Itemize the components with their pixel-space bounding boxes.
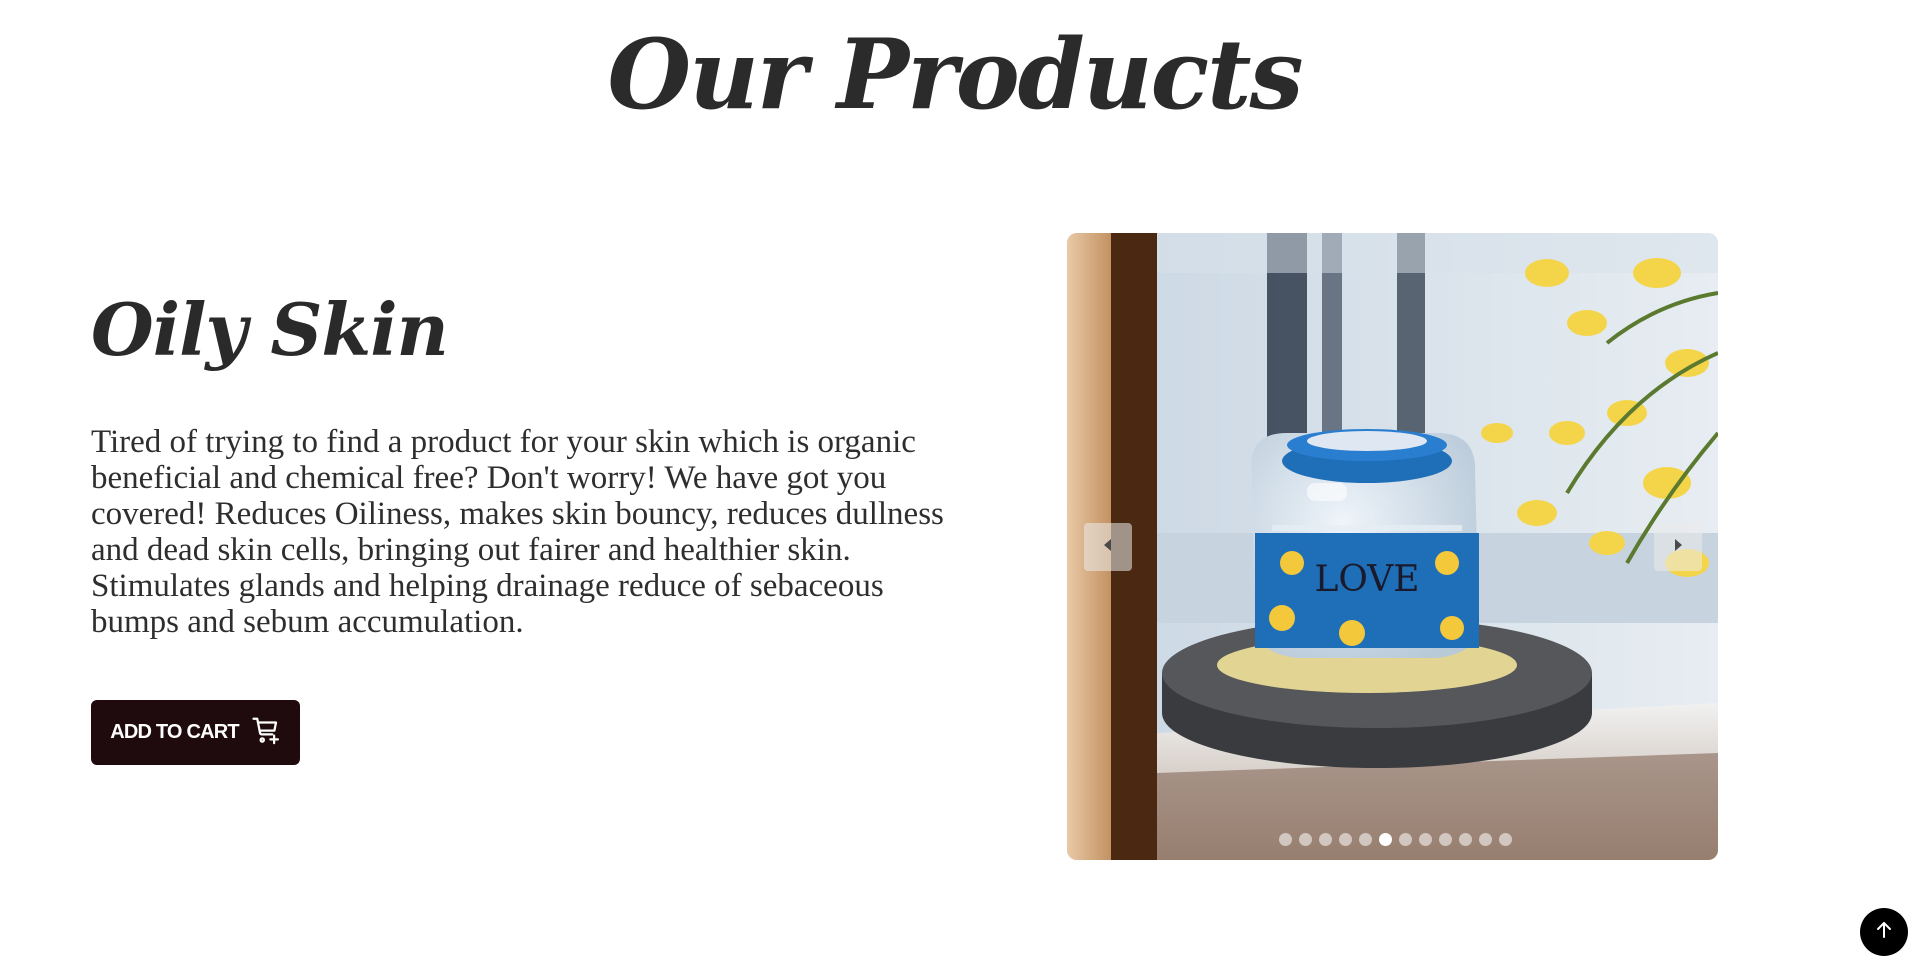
product-name: Oily Skin bbox=[91, 287, 449, 372]
jar-label: LOVE bbox=[1314, 559, 1419, 600]
add-to-cart-button[interactable]: ADD TO CART bbox=[91, 700, 300, 765]
carousel-dot[interactable] bbox=[1318, 832, 1332, 846]
caret-left-icon bbox=[1101, 538, 1115, 557]
arrow-up-icon bbox=[1874, 920, 1894, 945]
carousel-dot[interactable] bbox=[1278, 832, 1292, 846]
carousel-dot[interactable] bbox=[1438, 832, 1452, 846]
add-to-cart-label: ADD TO CART bbox=[110, 721, 239, 743]
carousel-prev-button[interactable] bbox=[1084, 523, 1132, 571]
carousel-indicators bbox=[1275, 831, 1515, 847]
carousel-dot[interactable] bbox=[1338, 832, 1352, 846]
carousel-dot[interactable] bbox=[1378, 832, 1392, 846]
carousel-dot[interactable] bbox=[1478, 832, 1492, 846]
carousel-dot[interactable] bbox=[1498, 832, 1512, 846]
carousel-dot[interactable] bbox=[1358, 832, 1372, 846]
carousel-dot[interactable] bbox=[1298, 832, 1312, 846]
carousel-dot[interactable] bbox=[1458, 832, 1472, 846]
carousel-dot[interactable] bbox=[1398, 832, 1412, 846]
product-description: Tired of trying to find a product for yo… bbox=[91, 424, 944, 640]
caret-right-icon bbox=[1671, 538, 1685, 557]
carousel-dot[interactable] bbox=[1418, 832, 1432, 846]
scroll-to-top-button[interactable] bbox=[1860, 908, 1908, 956]
carousel-next-button[interactable] bbox=[1654, 523, 1702, 571]
product-carousel[interactable]: LOVE bbox=[1067, 233, 1718, 860]
product-photo: LOVE bbox=[1067, 233, 1718, 860]
cart-plus-icon bbox=[251, 715, 281, 751]
section-heading: Our Products bbox=[607, 18, 1304, 131]
